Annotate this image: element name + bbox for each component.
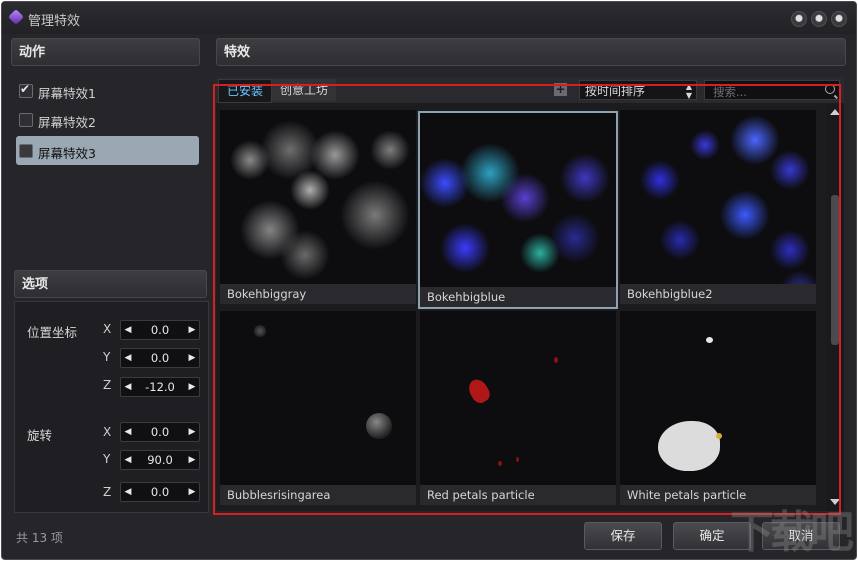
tab-installed[interactable]: 已安装 <box>218 79 273 103</box>
increment-icon[interactable]: ▶ <box>185 321 199 339</box>
save-button[interactable]: 保存 <box>584 522 662 550</box>
add-effect-button[interactable]: + <box>554 83 567 96</box>
search-input[interactable]: 搜索... <box>704 80 840 100</box>
action-checkbox[interactable] <box>19 113 33 127</box>
updown-arrows-icon: ▲ ▼ <box>685 82 692 100</box>
action-label: 屏幕特效1 <box>38 86 96 101</box>
manage-effects-window: 管理特效 动作 屏幕特效1 屏幕特效2 屏幕特效3 选项 位置坐标 X ◀ 0.… <box>1 1 857 560</box>
effect-card-bokehbigblue2[interactable]: Bokehbigblue2 <box>620 110 816 304</box>
stepper-value[interactable]: 0.0 <box>135 351 185 365</box>
options-panel: 位置坐标 X ◀ 0.0 ▶ Y ◀ 0.0 ▶ Z ◀ -12.0 ▶ 旋转 … <box>14 301 209 513</box>
action-checkbox[interactable] <box>19 82 33 98</box>
effect-card-white-petals-particle[interactable]: White petals particle <box>620 311 816 505</box>
effect-card-bubblesrisingarea[interactable]: Bubblesrisingarea <box>220 311 416 505</box>
axis-y-label: Y <box>103 452 111 466</box>
stepper-value[interactable]: 0.0 <box>135 425 185 439</box>
decrement-icon[interactable]: ◀ <box>121 483 135 501</box>
rotation-label: 旋转 <box>27 428 53 443</box>
decrement-icon[interactable]: ◀ <box>121 349 135 367</box>
decrement-icon[interactable]: ◀ <box>121 378 135 396</box>
axis-x-label: X <box>103 425 112 439</box>
effect-name: Bubblesrisingarea <box>220 485 416 505</box>
axis-z-label: Z <box>103 485 112 499</box>
effect-name: Bokehbigblue <box>420 287 616 307</box>
watermark: 下载吧 <box>730 507 854 558</box>
effects-toolbar: 已安装 创意工坊 + 按时间排序 ▲ ▼ 搜索... <box>216 77 844 103</box>
maximize-button[interactable] <box>811 11 827 27</box>
search-icon[interactable] <box>825 84 835 94</box>
effect-name: Bokehbigblue2 <box>620 284 816 304</box>
item-count: 共 13 项 <box>16 531 63 545</box>
action-item-3[interactable]: 屏幕特效3 <box>16 136 199 165</box>
position-y-stepper[interactable]: ◀ 0.0 ▶ <box>120 348 200 368</box>
increment-icon[interactable]: ▶ <box>185 423 199 441</box>
app-logo-icon <box>8 9 24 25</box>
position-z-stepper[interactable]: ◀ -12.0 ▶ <box>120 377 200 397</box>
effect-name: Red petals particle <box>420 485 616 505</box>
increment-icon[interactable]: ▶ <box>185 349 199 367</box>
action-item-2[interactable]: 屏幕特效2 <box>16 107 199 133</box>
effect-card-red-petals-particle[interactable]: Red petals particle <box>420 311 616 505</box>
action-label: 屏幕特效3 <box>38 146 96 161</box>
effects-panel: 已安装 创意工坊 + 按时间排序 ▲ ▼ 搜索... Bokehbiggray … <box>216 77 844 511</box>
scroll-thumb[interactable] <box>831 195 839 345</box>
axis-z-label: Z <box>103 378 112 392</box>
increment-icon[interactable]: ▶ <box>185 378 199 396</box>
stepper-value[interactable]: 0.0 <box>135 323 185 337</box>
decrement-icon[interactable]: ◀ <box>121 451 135 469</box>
sort-dropdown[interactable]: 按时间排序 ▲ ▼ <box>579 80 697 100</box>
effects-scrollbar[interactable] <box>826 103 844 511</box>
minimize-button[interactable] <box>791 11 807 27</box>
stepper-value[interactable]: -12.0 <box>135 380 185 394</box>
axis-x-label: X <box>103 322 112 336</box>
effect-name: Bokehbiggray <box>220 284 416 304</box>
close-button[interactable] <box>831 11 847 27</box>
options-header: 选项 <box>14 270 207 298</box>
action-label: 屏幕特效2 <box>38 115 96 130</box>
effect-card-bokehbigblue[interactable]: Bokehbigblue <box>420 113 616 307</box>
actions-header: 动作 <box>11 38 200 66</box>
decrement-icon[interactable]: ◀ <box>121 321 135 339</box>
effect-card-bokehbiggray[interactable]: Bokehbiggray <box>220 110 416 304</box>
title-bar[interactable]: 管理特效 <box>2 2 856 34</box>
increment-icon[interactable]: ▶ <box>185 483 199 501</box>
effects-header: 特效 <box>216 38 846 66</box>
decrement-icon[interactable]: ◀ <box>121 423 135 441</box>
search-placeholder: 搜索... <box>713 85 747 99</box>
position-x-stepper[interactable]: ◀ 0.0 ▶ <box>120 320 200 340</box>
action-checkbox[interactable] <box>19 144 33 158</box>
action-item-1[interactable]: 屏幕特效1 <box>16 78 199 104</box>
increment-icon[interactable]: ▶ <box>185 451 199 469</box>
window-title: 管理特效 <box>28 14 81 29</box>
actions-list: 屏幕特效1 屏幕特效2 屏幕特效3 <box>11 68 208 266</box>
rotation-x-stepper[interactable]: ◀ 0.0 ▶ <box>120 422 200 442</box>
rotation-y-stepper[interactable]: ◀ 90.0 ▶ <box>120 450 200 470</box>
axis-y-label: Y <box>103 350 111 364</box>
effects-grid: Bokehbiggray Bokehbigblue Bokehbigblue2 … <box>216 103 826 511</box>
scroll-up-icon[interactable] <box>830 109 840 115</box>
stepper-value[interactable]: 90.0 <box>135 453 185 467</box>
sort-value: 按时间排序 <box>585 84 646 98</box>
stepper-value[interactable]: 0.0 <box>135 485 185 499</box>
tab-workshop[interactable]: 创意工坊 <box>272 79 337 101</box>
position-label: 位置坐标 <box>27 325 78 340</box>
rotation-z-stepper[interactable]: ◀ 0.0 ▶ <box>120 482 200 502</box>
